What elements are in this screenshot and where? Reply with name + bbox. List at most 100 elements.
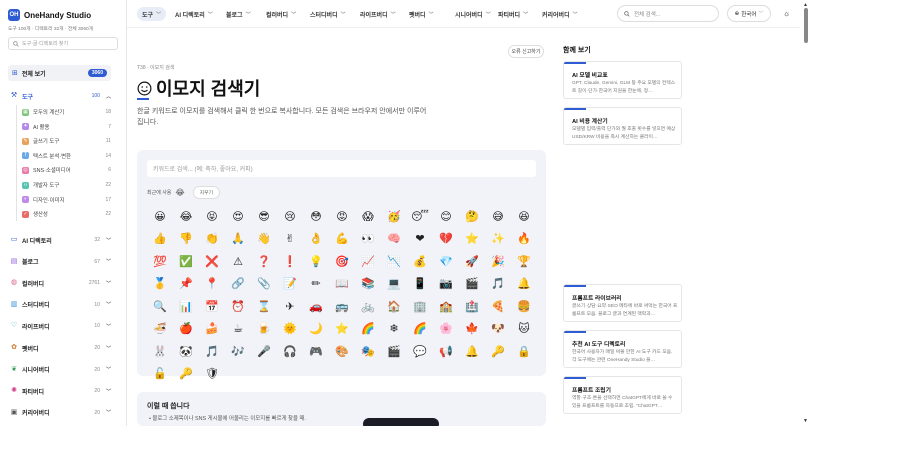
emoji-button[interactable]: 👍	[147, 228, 173, 251]
sidebar-category[interactable]: ✺ 파티버디 20 ﹀	[10, 385, 111, 397]
emoji-button[interactable]: 🎤	[251, 340, 277, 363]
emoji-button[interactable]: 🎵	[199, 340, 225, 363]
emoji-button[interactable]: 😡	[329, 205, 355, 228]
emoji-button[interactable]: 🔍	[147, 295, 173, 318]
emoji-button[interactable]: 🎬	[381, 340, 407, 363]
emoji-button[interactable]: 🐶	[485, 318, 511, 341]
emoji-button[interactable]: 🎭	[355, 340, 381, 363]
emoji-button[interactable]: 😂	[173, 205, 199, 228]
emoji-button[interactable]: 😎	[251, 205, 277, 228]
sidebar-category[interactable]: ❦ 시니어버디 20 ﹀	[10, 364, 111, 376]
emoji-button[interactable]: 💻	[381, 273, 407, 296]
emoji-button[interactable]: ❓	[251, 250, 277, 273]
emoji-button[interactable]: 🥇	[147, 273, 173, 296]
theme-toggle-sun-icon[interactable]: ☼	[778, 5, 795, 22]
emoji-button[interactable]: 🏥	[459, 295, 485, 318]
nav-item[interactable]: 블로그 ﹀	[221, 7, 256, 21]
emoji-button[interactable]: 🌙	[303, 318, 329, 341]
sidebar-subitem[interactable]: ◎ SNS·소셜미디어 6	[22, 164, 111, 176]
emoji-button[interactable]: 🎧	[277, 340, 303, 363]
emoji-button[interactable]: 😳	[303, 205, 329, 228]
emoji-button[interactable]: ✏	[303, 273, 329, 296]
sidebar-item-all[interactable]: ⊞ 전체 보기 3060	[8, 65, 111, 81]
emoji-button[interactable]: 💰	[407, 250, 433, 273]
sidebar-subitem[interactable]: T 텍스트 분석·변환 14	[22, 150, 111, 162]
emoji-button[interactable]: 🔑	[173, 363, 199, 386]
sidebar-category[interactable]: ▣ 커리어버디 20 ﹀	[10, 407, 111, 419]
emoji-button[interactable]: 😢	[277, 205, 303, 228]
emoji-button[interactable]: 📍	[199, 273, 225, 296]
emoji-button[interactable]: ✅	[173, 250, 199, 273]
emoji-button[interactable]: 😝	[199, 205, 225, 228]
sidebar-subitem[interactable]: ✦ AI 활용 7	[22, 121, 111, 133]
emoji-button[interactable]: 🚀	[459, 250, 485, 273]
chevron-down-icon[interactable]: ﹀	[106, 409, 111, 416]
emoji-button[interactable]: 🚗	[303, 295, 329, 318]
emoji-button[interactable]: 🎬	[459, 273, 485, 296]
scroll-down-arrow-icon[interactable]: ▼	[803, 418, 808, 424]
emoji-button[interactable]: 👋	[251, 228, 277, 251]
emoji-button[interactable]: ⭐	[459, 228, 485, 251]
emoji-search-input[interactable]: 키워드로 검색... (예: 축하, 좋아요, 커피)	[147, 160, 536, 177]
chevron-down-icon[interactable]: ﹀	[106, 345, 111, 352]
chevron-down-icon[interactable]: ﹀	[106, 388, 111, 395]
related-card[interactable]: 프롬프트 조립기 역할·구조·톤을 선택하면 ChatGPT에게 바로 쓸 수 있…	[563, 376, 682, 414]
emoji-button[interactable]: 🔔	[511, 273, 537, 296]
emoji-button[interactable]: 😍	[225, 205, 251, 228]
nav-item[interactable]: 시니어버디 ﹀	[450, 7, 496, 21]
emoji-button[interactable]: 🎨	[329, 340, 355, 363]
emoji-button[interactable]: ☕	[225, 318, 251, 341]
emoji-button[interactable]: 📱	[407, 273, 433, 296]
emoji-button[interactable]: 🔥	[511, 228, 537, 251]
chevron-down-icon[interactable]: ﹀	[106, 301, 111, 308]
global-search-input[interactable]: 전체 검색...	[617, 5, 719, 22]
emoji-button[interactable]: 📖	[329, 273, 355, 296]
emoji-button[interactable]: 🎮	[303, 340, 329, 363]
emoji-button[interactable]: ❤	[407, 228, 433, 251]
related-card[interactable]: AI 모델 비교표 GPT, Claude, Gemini, GLM 등 주요 모…	[563, 61, 682, 99]
emoji-button[interactable]: 🏠	[381, 295, 407, 318]
report-button[interactable]: 오류 신고하기	[508, 45, 544, 58]
emoji-button[interactable]: 🚲	[355, 295, 381, 318]
emoji-button[interactable]: 🎶	[225, 340, 251, 363]
sidebar-subitem[interactable]: ▦ 모두의 계산기 18	[22, 106, 111, 118]
sidebar-category[interactable]: ✿ 펫버디 20 ﹀	[10, 342, 111, 354]
emoji-button[interactable]: ❗	[277, 250, 303, 273]
emoji-button[interactable]: 💪	[329, 228, 355, 251]
emoji-button[interactable]: 📉	[381, 250, 407, 273]
emoji-button[interactable]: 💬	[407, 340, 433, 363]
emoji-button[interactable]: 🎉	[485, 250, 511, 273]
emoji-button[interactable]: 💡	[303, 250, 329, 273]
emoji-button[interactable]: 🐱	[511, 318, 537, 341]
sidebar-subitem[interactable]: ✓ 생산성 22	[22, 208, 111, 220]
emoji-button[interactable]: 📚	[355, 273, 381, 296]
emoji-button[interactable]: ✌	[277, 228, 303, 251]
sidebar-category[interactable]: ▥ 스터디버디 10 ﹀	[10, 299, 111, 311]
emoji-button[interactable]: 🐼	[173, 340, 199, 363]
nav-item[interactable]: 도구 ﹀	[137, 7, 167, 21]
emoji-button[interactable]: 💯	[147, 250, 173, 273]
nav-item[interactable]: 라이프버디 ﹀	[355, 7, 401, 21]
emoji-button[interactable]: 🏆	[511, 250, 537, 273]
emoji-button[interactable]: ❄	[381, 318, 407, 341]
emoji-button[interactable]: 👎	[173, 228, 199, 251]
scrollbar-thumb[interactable]	[804, 8, 808, 43]
emoji-button[interactable]: ⏰	[225, 295, 251, 318]
emoji-button[interactable]: 😀	[147, 205, 173, 228]
sidebar-subitem[interactable]: ◐ 디자인·이미지 17	[22, 194, 111, 206]
nav-item[interactable]: 스터디버디 ﹀	[305, 7, 351, 21]
emoji-button[interactable]: 🏢	[407, 295, 433, 318]
clear-recent-button[interactable]: 지우기	[192, 186, 220, 199]
emoji-button[interactable]: 🔓	[147, 363, 173, 386]
emoji-button[interactable]: 🌈	[355, 318, 381, 341]
scrollbar[interactable]	[800, 0, 810, 426]
related-card[interactable]: AI 비용 계산기 모델별 입력/출력 단가와 월 호출 횟수를 넣으면 예상 U…	[563, 107, 682, 145]
emoji-button[interactable]: 🍺	[251, 318, 277, 341]
sidebar-category[interactable]: ◍ 컬러버디 2761 ﹀	[10, 277, 111, 289]
emoji-button[interactable]: 🍎	[173, 318, 199, 341]
nav-item[interactable]: 커리어버디 ﹀	[537, 7, 583, 21]
chevron-up-icon[interactable]: ︿	[106, 93, 111, 100]
brand[interactable]: OH OneHandy Studio	[0, 0, 126, 21]
emoji-button[interactable]: ⚠	[225, 250, 251, 273]
emoji-button[interactable]: 👀	[355, 228, 381, 251]
